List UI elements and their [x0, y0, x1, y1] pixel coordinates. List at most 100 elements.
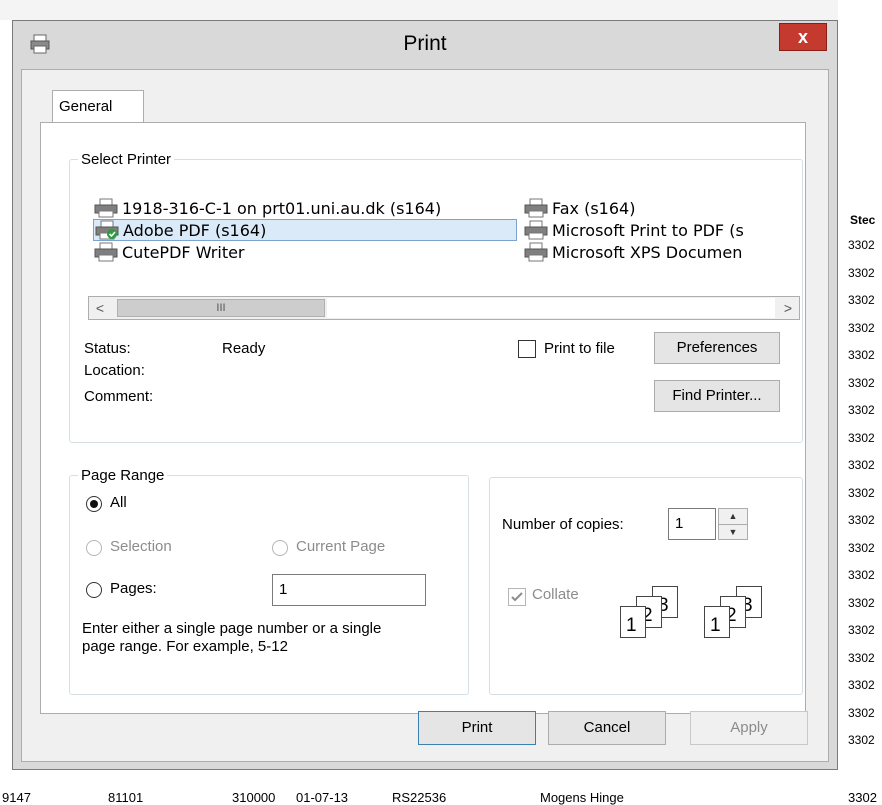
cell: 3302 — [848, 790, 877, 805]
column-cell: 3302 — [848, 403, 875, 417]
column-cell: 3302 — [848, 348, 875, 362]
column-cell: 3302 — [848, 733, 875, 747]
column-cell: 3302 — [848, 430, 875, 445]
pages-radio[interactable] — [86, 582, 102, 598]
print-to-file-label: Print to file — [544, 340, 615, 357]
page-range-help-line-1: Enter either a single page number or a s… — [82, 620, 382, 637]
printer-name: Adobe PDF (s164) — [123, 220, 267, 240]
selection-label: Selection — [110, 538, 172, 555]
cancel-button[interactable]: Cancel — [548, 711, 666, 745]
background-bottom-row: 9147 81101 310000 01-07-13 RS22536 Mogen… — [0, 770, 882, 805]
background-left-strip — [0, 20, 12, 780]
column-cell: 3302 — [848, 238, 875, 252]
print-dialog: Print x General Select Printer 1918-316-… — [12, 20, 838, 770]
printer-icon — [94, 242, 118, 262]
fax-icon — [524, 198, 548, 218]
collate-checkbox[interactable] — [508, 588, 526, 606]
printer-item[interactable]: Microsoft Print to PDF (s — [523, 219, 799, 241]
current-page-label: Current Page — [296, 538, 386, 555]
printer-list[interactable]: 1918-316-C-1 on prt01.uni.au.dk (s164) A… — [88, 188, 802, 298]
apply-button[interactable]: Apply — [690, 711, 808, 745]
printer-name: Microsoft XPS Documen — [552, 242, 743, 262]
page-range-group: Page Range All Selection Current Page Pa… — [69, 467, 469, 695]
page-range-legend: Page Range — [81, 467, 165, 484]
checkmark-icon — [511, 592, 523, 602]
column-cell: 3302 — [848, 540, 875, 555]
copies-group: Number of copies: 1 ▲ ▼ Collate 3 2 1 3 — [489, 477, 803, 695]
scroll-right-button[interactable]: > — [777, 297, 799, 319]
printer-item[interactable]: Microsoft XPS Documen — [523, 241, 799, 263]
cell: 9147 — [2, 790, 31, 805]
column-cell: 3302 — [848, 623, 875, 637]
dialog-title: Print — [403, 32, 447, 55]
preferences-button[interactable]: Preferences — [654, 332, 780, 364]
collate-label: Collate — [532, 586, 579, 603]
comment-label: Comment: — [84, 388, 154, 405]
column-cell: 3302 — [848, 458, 875, 472]
print-button[interactable]: Print — [418, 711, 536, 745]
select-printer-legend: Select Printer — [81, 151, 172, 168]
dialog-client-area: General Select Printer 1918-316-C-1 on p… — [21, 69, 829, 762]
page-number: 1 — [626, 615, 637, 636]
column-cell: 3302 — [848, 375, 875, 390]
current-page-radio[interactable] — [272, 540, 288, 556]
number-of-copies-label: Number of copies: — [502, 516, 624, 533]
column-cell: 3302 — [848, 568, 875, 582]
selection-radio[interactable] — [86, 540, 102, 556]
close-button[interactable]: x — [779, 23, 827, 51]
all-label: All — [110, 494, 127, 511]
printer-icon — [94, 198, 118, 218]
page-range-help-line-2: page range. For example, 5-12 — [82, 638, 288, 655]
cell: 81101 — [108, 790, 144, 805]
scroll-track[interactable] — [327, 298, 775, 318]
title-bar[interactable]: Print x — [13, 21, 837, 69]
tab-general[interactable]: General — [52, 90, 144, 123]
pages-input[interactable]: 1 — [272, 574, 426, 606]
printer-item[interactable]: CutePDF Writer — [93, 241, 245, 263]
status-value: Ready — [222, 340, 266, 357]
printer-name: 1918-316-C-1 on prt01.uni.au.dk (s164) — [122, 198, 442, 218]
printer-item[interactable]: Fax (s164) — [523, 197, 635, 219]
printer-name: Fax (s164) — [552, 198, 636, 218]
scroll-thumb[interactable]: III — [117, 299, 325, 317]
all-radio[interactable] — [86, 496, 102, 512]
cell: 310000 — [232, 790, 276, 805]
column-cell: 3302 — [848, 485, 875, 500]
column-cell: 3302 — [848, 293, 875, 307]
printer-name: CutePDF Writer — [122, 242, 245, 262]
scroll-left-button[interactable]: < — [89, 297, 111, 319]
location-label: Location: — [84, 362, 145, 379]
printer-item-selected[interactable]: Adobe PDF (s164) — [93, 219, 517, 241]
default-printer-icon — [95, 220, 119, 240]
column-cell: 3302 — [848, 705, 875, 720]
status-label: Status: — [84, 340, 131, 357]
spin-down-icon[interactable]: ▼ — [719, 524, 747, 540]
cell: 01-07-13 — [296, 790, 349, 805]
page-icon: 1 — [704, 606, 730, 638]
printer-icon — [524, 220, 548, 240]
printer-icon — [524, 242, 548, 262]
select-printer-group: Select Printer 1918-316-C-1 on prt01.uni… — [69, 151, 803, 443]
column-cell: 3302 — [848, 650, 875, 665]
column-header: Stec — [850, 213, 876, 227]
printer-list-scrollbar[interactable]: < III > — [88, 296, 800, 320]
general-tab-panel: Select Printer 1918-316-C-1 on prt01.uni… — [40, 122, 806, 714]
page-number: 1 — [710, 615, 721, 636]
printer-item[interactable]: 1918-316-C-1 on prt01.uni.au.dk (s164) — [93, 197, 441, 219]
column-cell: 3302 — [848, 595, 875, 610]
background-spreadsheet-column: Stec 3302 3302 3302 3302 3302 3302 3302 3302 330… — [838, 0, 882, 805]
column-cell: 3302 — [848, 513, 875, 527]
cell: Mogens Hinge — [540, 790, 624, 805]
page-icon: 1 — [620, 606, 646, 638]
copies-spinner[interactable]: ▲ ▼ — [718, 508, 748, 540]
pages-label: Pages: — [110, 580, 157, 597]
spin-up-icon[interactable]: ▲ — [719, 509, 747, 524]
column-cell: 3302 — [848, 320, 875, 335]
printer-name: Microsoft Print to PDF (s — [552, 220, 744, 240]
copies-input[interactable]: 1 — [668, 508, 716, 540]
background-toolbar — [0, 0, 882, 20]
find-printer-button[interactable]: Find Printer... — [654, 380, 780, 412]
cell: RS22536 — [392, 790, 447, 805]
column-cell: 3302 — [848, 265, 875, 280]
print-to-file-checkbox[interactable] — [518, 340, 536, 358]
